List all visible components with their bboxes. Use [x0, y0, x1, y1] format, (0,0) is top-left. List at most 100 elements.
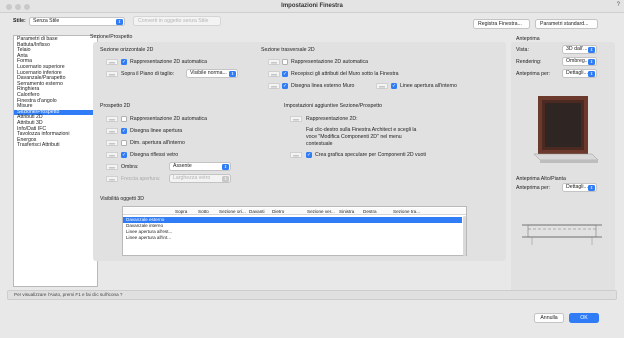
opening-lines-icon: [106, 128, 118, 134]
visibility-scrollbar[interactable]: [463, 216, 466, 256]
elevation-title: Prospetto 2D: [100, 103, 131, 109]
convert-button[interactable]: Converti in oggetto senza Stile: [133, 16, 221, 26]
horizontal-auto2d-label: Rappresentazione 2D automatica: [130, 59, 207, 65]
cancel-button[interactable]: Annulla: [534, 313, 564, 323]
visibility-table-body: Davanzale esterno Davanzale interno Linee …: [123, 217, 462, 241]
preview-for-select[interactable]: Dettagli... ⇕: [562, 69, 597, 78]
horizontal-section-title: Sezione orizzontale 2D: [100, 47, 154, 53]
plan-for-label: Anteprima per:: [516, 185, 551, 191]
horizontal-auto2d-checkbox[interactable]: ✓: [121, 59, 127, 65]
shadow-icon: [106, 164, 118, 170]
transverse-auto2d-label: Rappresentazione 2D automatica: [291, 59, 368, 65]
view-label: Vista:: [516, 47, 529, 53]
window-title: Impostazioni Finestra: [281, 2, 343, 9]
window-plan-preview: [522, 224, 602, 245]
transverse-auto2d-checkbox[interactable]: [282, 59, 288, 65]
shadow-value: Assente: [173, 163, 192, 169]
glass-reflect-label: Disegna riflessi vetro: [130, 152, 179, 158]
help-text-line-1: Fai clic-destro sulla Finestra Architect…: [306, 127, 417, 133]
plan-preview-title: Anteprima Alto/Pianta: [516, 176, 566, 182]
style-label: Stile:: [13, 18, 26, 24]
chevron-updown-icon: ⇕: [222, 176, 229, 182]
wall-attr-label: Recepisci gli attributi del Muro sotto l…: [291, 71, 399, 77]
opening-lines-label: Disegna linee apertura: [130, 128, 183, 134]
style-select[interactable]: Senza Stile ⇕: [29, 16, 125, 26]
window-sill-edge: [540, 160, 598, 163]
help-text-line-3: contestuale: [306, 141, 333, 147]
visibility-table[interactable]: Sopra Sotto Sezione ori... Davanti Dietro Sez…: [122, 206, 467, 256]
column-header[interactable]: Sezione ori...: [219, 209, 246, 214]
sidebar-list[interactable]: Parametri di base Battuta/Infisso Telaio An…: [13, 35, 98, 287]
style-value: Senza Stile: [33, 17, 60, 24]
plan-for-select[interactable]: Dettagli... ⇕: [562, 183, 597, 192]
outer-line-icon: [268, 83, 280, 89]
rep2d-icon: [290, 116, 302, 122]
glass-reflect-checkbox[interactable]: ✓: [121, 152, 127, 158]
chevron-updown-icon: ⇕: [229, 71, 236, 77]
mirror-checkbox[interactable]: ✓: [306, 152, 312, 158]
column-header[interactable]: Sinistra: [339, 209, 354, 214]
ok-button[interactable]: OK: [569, 313, 599, 323]
above-cut-icon: [106, 71, 118, 77]
status-text: Per visualizzare l'Aiuto, premi F1 e fai…: [14, 292, 123, 297]
arrow-select[interactable]: Larghezza vetro ⇕: [169, 174, 231, 183]
preview-for-label: Anteprima per:: [516, 71, 551, 77]
table-row[interactable]: Linee apertura all'int...: [123, 235, 462, 241]
plan-for-value: Dettagli...: [566, 184, 588, 190]
render-value: Ombreg...: [566, 58, 590, 64]
transverse-section-title: Sezione trasversale 2D: [261, 47, 315, 53]
view-select[interactable]: 3D dall'... ⇕: [562, 45, 597, 54]
wall-attr-checkbox[interactable]: ✓: [282, 71, 288, 77]
arrow-label: Freccia apertura:: [121, 176, 161, 182]
column-header[interactable]: Dietro: [272, 209, 284, 214]
inner-line-icon: [376, 83, 388, 89]
above-cut-label: Sopra il Piano di taglio:: [121, 71, 175, 77]
sidebar-item[interactable]: Trasferisci Attributi: [14, 143, 97, 149]
column-header[interactable]: Sotto: [198, 209, 209, 214]
chevron-updown-icon: ⇕: [588, 185, 595, 191]
shadow-select[interactable]: Assente ⇕: [169, 162, 231, 171]
elevation-auto2d-checkbox[interactable]: [121, 116, 127, 122]
visibility-title: Visibilità oggetti 3D: [100, 196, 145, 202]
rep2d-icon: [106, 59, 118, 65]
outer-line-label: Disegna linea esterno Muro: [291, 83, 355, 89]
elevation-auto2d-label: Rappresentazione 2D automatica: [130, 116, 207, 122]
help-text-line-2: voce "Modifica Componenti 2D" nel menu: [306, 134, 402, 140]
column-header[interactable]: Sezione ver...: [307, 209, 335, 214]
chevron-updown-icon: ⇕: [588, 47, 595, 53]
chevron-updown-icon: ⇕: [588, 71, 595, 77]
rep2d-label: Rappresentazione 2D:: [306, 116, 358, 122]
arrow-icon: [106, 176, 118, 182]
arrow-value: Larghezza vetro: [173, 175, 211, 181]
column-header[interactable]: Davanti: [249, 209, 265, 214]
rep2d-icon: [268, 59, 280, 65]
window-3d-preview: [533, 96, 599, 163]
chevron-updown-icon: ⇕: [588, 59, 595, 65]
preview-for-value: Dettagli...: [566, 70, 588, 76]
section-title: Sezione/Prospetto: [90, 34, 133, 40]
column-header[interactable]: Destra: [363, 209, 377, 214]
glass-reflect-icon: [106, 152, 118, 158]
outer-line-checkbox[interactable]: ✓: [282, 83, 288, 89]
preview-title: Anteprima: [516, 36, 540, 42]
above-cut-select[interactable]: Visibile norma... ⇕: [186, 69, 238, 78]
view-value: 3D dall'...: [566, 46, 588, 52]
inner-line-label: Linee apertura all'interno: [400, 83, 457, 89]
column-header[interactable]: Sopra: [175, 209, 187, 214]
window-sill: [533, 153, 599, 161]
opening-inside-label: Dim. apertura all'interno: [130, 140, 185, 146]
chevron-updown-icon: ⇕: [116, 18, 123, 25]
standard-params-button[interactable]: Parametri standard...: [535, 19, 598, 29]
rep2d-icon: [106, 116, 118, 122]
visibility-table-header: Sopra Sotto Sezione ori... Davanti Dietro Sez…: [123, 208, 466, 215]
opening-lines-checkbox[interactable]: ✓: [121, 128, 127, 134]
column-header[interactable]: Sezione tra...: [393, 209, 420, 214]
render-label: Rendering:: [516, 59, 542, 65]
additional-title: Impostazioni aggiuntive Sezione/Prospett…: [284, 103, 383, 109]
inner-line-checkbox[interactable]: ✓: [391, 83, 397, 89]
help-icon[interactable]: ?: [617, 2, 620, 8]
render-select[interactable]: Ombreg... ⇕: [562, 57, 597, 66]
chevron-updown-icon: ⇕: [222, 164, 229, 170]
opening-inside-checkbox[interactable]: [121, 140, 127, 146]
register-window-button[interactable]: Registra Finestra...: [473, 19, 530, 29]
